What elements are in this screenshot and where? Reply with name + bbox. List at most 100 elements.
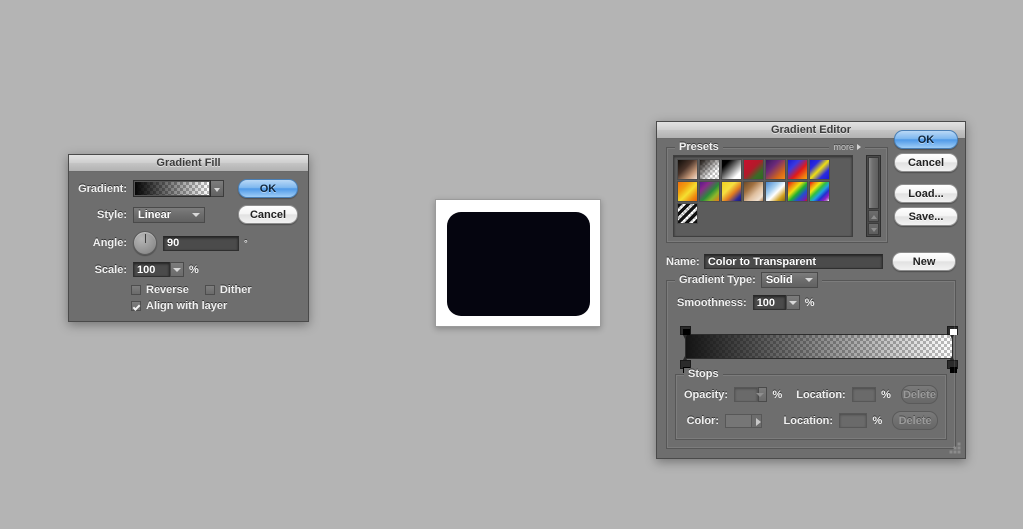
color-delete-button[interactable]: Delete	[892, 411, 938, 430]
preset-swatch-red-green[interactable]	[743, 159, 764, 180]
opacity-location-input[interactable]	[851, 387, 877, 402]
gradient-fill-titlebar[interactable]: Gradient Fill	[69, 155, 308, 172]
dither-checkbox[interactable]	[204, 285, 215, 295]
dither-label: Dither	[219, 284, 252, 296]
chevron-right-icon	[857, 144, 861, 150]
stops-group: Stops Opacity: % Location: % Delete Colo…	[675, 368, 947, 440]
preset-swatch-blue-yellow-blue[interactable]	[809, 159, 830, 180]
gradient-editor-title: Gradient Editor	[770, 124, 852, 136]
opacity-stop-right[interactable]	[947, 326, 958, 339]
preset-swatch-foreground-to-background[interactable]	[677, 159, 698, 180]
preset-swatch-violet-green-orange[interactable]	[699, 181, 720, 202]
gradient-fill-dialog: Gradient Fill Gradient: OK Style: Linear…	[68, 154, 309, 322]
name-label: Name:	[666, 255, 700, 268]
presets-scroll-thumb[interactable]	[868, 157, 879, 209]
smoothness-stepper[interactable]	[785, 295, 800, 310]
gradient-editor-dialog: Gradient Editor Presets more OK Cancel L…	[656, 121, 966, 459]
document-window[interactable]	[435, 199, 601, 327]
presets-group: Presets more	[666, 141, 888, 243]
gradient-type-label: Gradient Type:	[679, 274, 756, 286]
stops-group-label: Stops	[684, 368, 723, 380]
checkbox-row-1: Reverse Dither	[131, 284, 300, 296]
gradient-fill-ok-button[interactable]: OK	[238, 179, 298, 198]
angle-dial[interactable]	[133, 231, 157, 255]
name-input[interactable]: Color to Transparent	[703, 254, 884, 269]
document-canvas-shape	[447, 212, 590, 316]
opacity-stop-left[interactable]	[680, 326, 691, 339]
chevron-right-icon[interactable]	[751, 413, 762, 428]
chevron-down-icon	[173, 267, 181, 272]
opacity-stepper[interactable]	[756, 387, 768, 402]
gradient-strip-editor[interactable]	[675, 326, 958, 373]
gradient-row: Gradient: OK	[77, 179, 300, 198]
gradient-strip[interactable]	[685, 334, 953, 359]
angle-row: Angle: 90 °	[77, 231, 300, 255]
presets-more-label: more	[833, 142, 854, 152]
reverse-label: Reverse	[146, 284, 189, 296]
preset-swatch-spectrum[interactable]	[787, 181, 808, 202]
align-with-layer-label: Align with layer	[146, 300, 228, 312]
preset-swatch-violet-orange[interactable]	[765, 159, 786, 180]
gradient-preview-swatch[interactable]	[133, 180, 211, 197]
smoothness-input[interactable]: 100	[752, 295, 786, 310]
color-location-unit: %	[872, 414, 883, 427]
gradient-picker-chevron-down-icon[interactable]	[211, 180, 224, 197]
color-label: Color:	[686, 414, 719, 427]
color-stop-left[interactable]	[680, 356, 691, 373]
preset-swatch-orange-yellow-orange[interactable]	[677, 181, 698, 202]
angle-value: 90	[167, 237, 180, 249]
opacity-stop-row: Opacity: % Location: % Delete	[684, 385, 939, 404]
scale-input[interactable]: 100	[133, 262, 170, 277]
opacity-input[interactable]	[734, 387, 759, 402]
presets-scrollbar[interactable]	[866, 155, 881, 237]
save-button[interactable]: Save...	[894, 207, 958, 226]
style-select[interactable]: Linear	[133, 206, 205, 223]
angle-input[interactable]: 90	[163, 235, 239, 251]
gradient-editor-cancel-button[interactable]: Cancel	[894, 153, 958, 172]
preset-swatch-copper[interactable]	[743, 181, 764, 202]
preset-swatch-chrome[interactable]	[765, 181, 786, 202]
scale-stepper[interactable]	[170, 262, 184, 277]
presets-well[interactable]	[673, 155, 853, 237]
preset-swatch-black-white[interactable]	[721, 159, 742, 180]
chevron-down-icon	[804, 278, 813, 282]
reverse-checkbox[interactable]	[131, 285, 141, 295]
preset-swatch-blue-red-yellow[interactable]	[787, 159, 808, 180]
preset-swatch-foreground-to-transparent[interactable]	[699, 159, 720, 180]
load-button[interactable]: Load...	[894, 184, 958, 203]
gradient-type-value: Solid	[765, 274, 793, 286]
angle-label: Angle:	[92, 237, 127, 249]
resize-grip-icon[interactable]	[950, 443, 962, 455]
presets-group-label: Presets	[675, 141, 723, 153]
gradient-preview-checker	[135, 182, 209, 195]
chevron-down-icon	[192, 212, 200, 217]
style-value: Linear	[138, 208, 172, 221]
opacity-label: Opacity:	[684, 388, 729, 401]
gradient-fill-cancel-button[interactable]: Cancel	[238, 205, 298, 224]
preset-swatch-transparent-stripes[interactable]	[677, 203, 698, 224]
opacity-delete-button[interactable]: Delete	[900, 385, 939, 404]
gradient-type-select[interactable]: Solid	[760, 272, 818, 288]
checkbox-row-2: Align with layer	[131, 300, 300, 312]
scale-label: Scale:	[94, 263, 127, 276]
name-row: Name: Color to Transparent New	[666, 252, 956, 271]
align-with-layer-checkbox[interactable]	[131, 301, 141, 311]
preset-swatch-yellow-violet-orange-blue[interactable]	[721, 181, 742, 202]
color-stop-row: Color: Location: % Delete	[684, 411, 938, 430]
gradient-type-group: Gradient Type: Solid Smoothness: 100 % S…	[666, 272, 958, 449]
name-value: Color to Transparent	[707, 255, 817, 268]
gradient-editor-ok-button[interactable]: OK	[894, 130, 958, 149]
color-location-input[interactable]	[839, 413, 868, 428]
scale-value: 100	[137, 263, 156, 276]
scroll-up-icon[interactable]	[868, 210, 879, 222]
gradient-fill-title: Gradient Fill	[156, 157, 221, 169]
angle-unit: °	[244, 238, 248, 248]
color-stop-right[interactable]	[947, 356, 958, 373]
presets-more-button[interactable]: more	[829, 142, 865, 152]
scroll-down-icon[interactable]	[868, 223, 879, 235]
preset-swatch-transparent-rainbow[interactable]	[809, 181, 830, 202]
opacity-unit: %	[772, 388, 783, 401]
gradient-fill-body: Gradient: OK Style: Linear Cancel Angle:…	[69, 172, 308, 321]
new-button[interactable]: New	[892, 252, 956, 271]
color-swatch[interactable]	[725, 413, 752, 428]
